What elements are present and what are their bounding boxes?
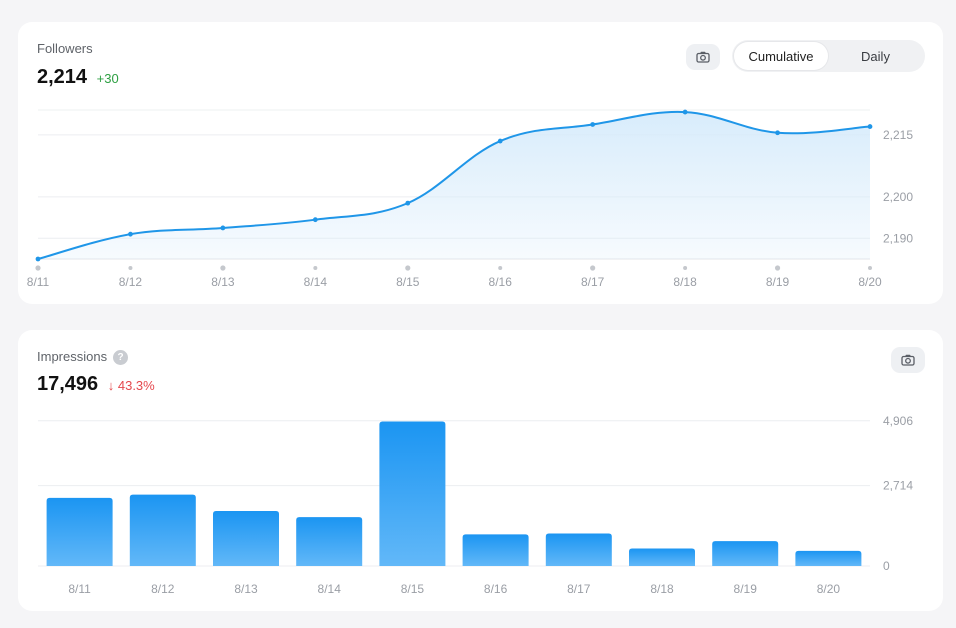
bar — [129, 494, 196, 566]
followers-area — [38, 111, 870, 259]
x-tick-label: 8/14 — [318, 582, 342, 596]
x-tick-dot — [405, 265, 411, 271]
x-tick-label: 8/16 — [489, 275, 513, 289]
data-point — [867, 124, 873, 129]
bar — [795, 550, 862, 566]
y-tick-label: 0 — [883, 559, 890, 573]
bar — [379, 421, 446, 566]
x-tick-dot — [868, 266, 872, 270]
x-tick-label: 8/13 — [234, 582, 258, 596]
y-tick-label: 2,714 — [883, 479, 913, 493]
data-point — [128, 231, 133, 237]
x-tick-label: 8/17 — [567, 582, 591, 596]
bar — [46, 497, 113, 566]
x-tick-dot — [683, 266, 688, 270]
x-tick-dot — [774, 265, 781, 271]
data-point — [405, 200, 411, 206]
x-tick-label: 8/20 — [858, 275, 882, 289]
bar — [296, 517, 363, 566]
y-tick-label: 2,215 — [883, 128, 913, 142]
x-tick-label: 8/19 — [766, 275, 790, 289]
bar — [712, 541, 779, 566]
y-tick-label: 2,200 — [883, 190, 913, 204]
bar — [462, 534, 529, 566]
x-tick-label: 8/18 — [650, 582, 674, 596]
data-point — [35, 256, 41, 262]
x-tick-label: 8/15 — [401, 582, 425, 596]
x-tick-label: 8/12 — [151, 582, 175, 596]
x-tick-label: 8/14 — [304, 275, 328, 289]
impressions-bar-chart: 0 2,714 4,906 8/11 8/12 8/13 8/14 8/15 8/16 8/17 8… — [38, 414, 913, 596]
x-tick-label: 8/11 — [68, 582, 91, 596]
x-tick-label: 8/16 — [484, 582, 508, 596]
x-tick-label: 8/15 — [396, 275, 420, 289]
x-tick-label: 8/19 — [734, 582, 758, 596]
x-tick-label: 8/18 — [673, 275, 697, 289]
data-point — [590, 122, 596, 127]
x-tick-dot — [498, 266, 503, 270]
bar — [629, 548, 695, 566]
followers-card: Followers 2,214 +30 Cumulative Daily 2,1… — [18, 22, 943, 304]
data-point — [220, 225, 226, 231]
impressions-card: Impressions? 17,496 ↓ 43.3% 0 2,714 4,906 8… — [18, 330, 943, 611]
x-tick-dot — [35, 265, 41, 271]
x-tick-dot — [313, 266, 318, 270]
bar — [545, 533, 612, 566]
data-point — [312, 217, 318, 223]
x-tick-label: 8/13 — [211, 275, 235, 289]
data-point — [775, 130, 780, 136]
data-point — [497, 138, 503, 144]
bar — [213, 510, 279, 566]
y-tick-label: 4,906 — [883, 414, 913, 428]
x-tick-label: 8/20 — [817, 582, 841, 596]
x-tick-dot — [128, 266, 133, 270]
data-point — [682, 109, 688, 115]
y-tick-label: 2,190 — [883, 231, 913, 245]
x-tick-dot — [220, 265, 226, 271]
followers-line-chart: 2,190 2,200 2,215 8/11 8/12 8/13 8/14 8/15 8/16 8… — [27, 109, 913, 289]
x-tick-dot — [590, 265, 596, 271]
x-tick-label: 8/11 — [27, 275, 50, 289]
x-tick-label: 8/12 — [119, 275, 143, 289]
x-tick-label: 8/17 — [581, 275, 605, 289]
